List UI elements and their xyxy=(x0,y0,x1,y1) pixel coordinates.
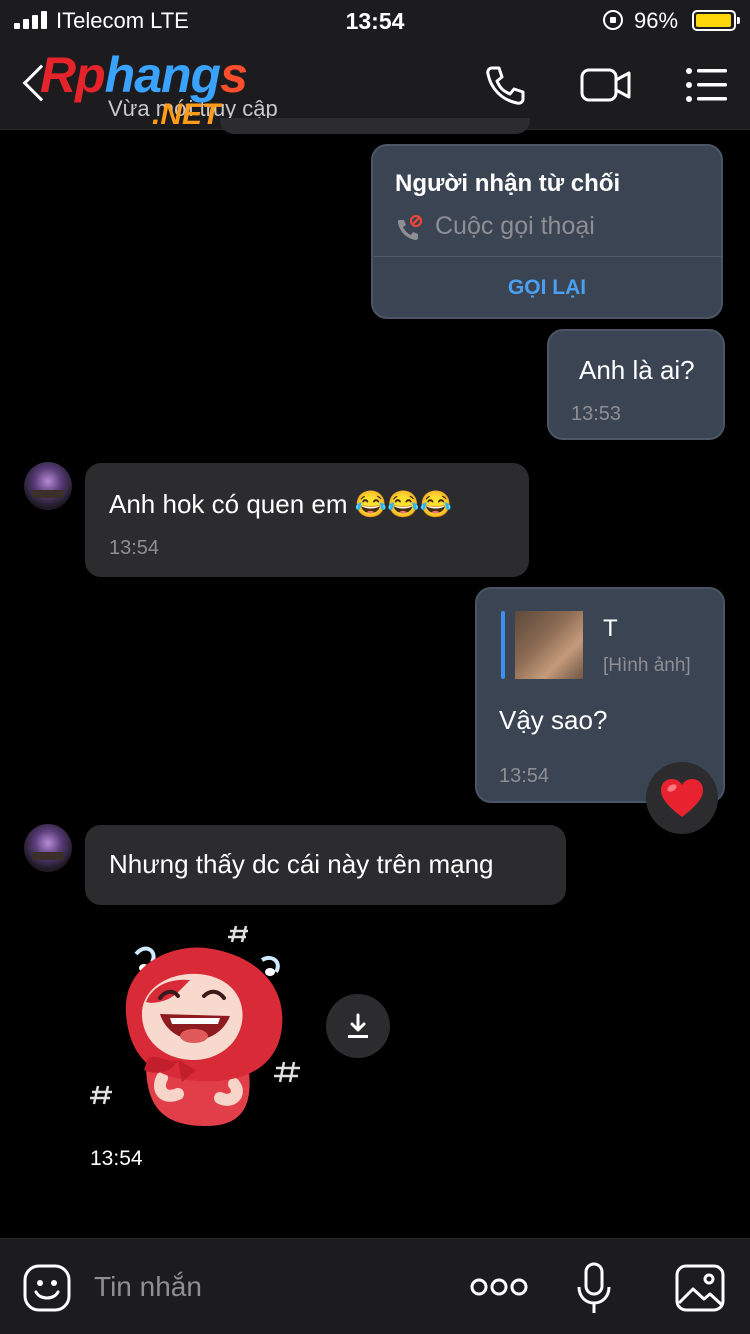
reply-content-type: [Hình ảnh] xyxy=(603,655,691,676)
incoming-message[interactable]: Anh hok có quen em 😂😂😂 13:54 xyxy=(85,463,529,577)
reply-sender-name: T xyxy=(603,615,618,642)
rejected-call-card: Người nhận từ chối Cuộc gọi thoại GỌI LẠ… xyxy=(371,144,723,319)
message-time: 13:53 xyxy=(571,403,622,425)
list-menu-icon xyxy=(686,68,727,102)
video-camera-icon xyxy=(580,68,631,102)
call-back-button[interactable]: GỌI LẠI xyxy=(373,276,721,300)
chat-header: Vừa mới truy cập Rphangs .NET xyxy=(0,40,750,131)
message-text: Anh là ai? xyxy=(579,355,695,385)
gallery-button[interactable] xyxy=(674,1263,726,1313)
message-composer xyxy=(0,1238,750,1334)
reply-image-thumbnail[interactable] xyxy=(515,611,583,679)
reply-quote-bar xyxy=(501,611,505,679)
heart-icon xyxy=(661,779,703,817)
call-type-label: Cuộc gọi thoại xyxy=(435,212,595,240)
video-call-button[interactable] xyxy=(580,62,632,108)
status-bar: ITelecom LTE 13:54 96% xyxy=(0,0,750,40)
message-text: Nhưng thấy dc cái này trên mạng xyxy=(109,849,494,879)
more-dots-icon xyxy=(470,1278,528,1296)
phone-icon xyxy=(486,66,525,105)
contact-avatar[interactable] xyxy=(24,462,72,510)
heart-reaction-button[interactable] xyxy=(646,762,718,834)
missed-call-icon xyxy=(398,215,422,240)
sticker-button[interactable] xyxy=(22,1263,72,1313)
download-button[interactable] xyxy=(326,994,390,1058)
divider xyxy=(373,256,721,257)
message-time: 13:54 xyxy=(84,1145,149,1173)
phone-call-button[interactable] xyxy=(482,62,528,108)
image-icon xyxy=(675,1264,725,1312)
message-text: Anh hok có quen em 😂😂😂 xyxy=(109,489,452,519)
message-text: Vậy sao? xyxy=(499,705,608,735)
message-time: 13:54 xyxy=(499,765,550,787)
chat-menu-button[interactable] xyxy=(684,62,730,108)
voice-record-button[interactable] xyxy=(574,1261,614,1317)
outgoing-message[interactable]: Anh là ai? 13:53 xyxy=(547,329,725,440)
emoji-icon xyxy=(23,1264,71,1312)
watermark-logo-net: .NET xyxy=(152,98,221,131)
battery-percentage: 96% xyxy=(634,8,679,33)
watermark-logo: Rphangs xyxy=(40,47,248,103)
previous-message-edge xyxy=(220,118,530,134)
message-input[interactable] xyxy=(94,1267,424,1307)
rotation-lock-icon xyxy=(603,10,623,30)
battery-icon xyxy=(692,10,740,31)
laughing-girl-sticker[interactable] xyxy=(86,914,316,1144)
incoming-message[interactable]: Nhưng thấy dc cái này trên mạng xyxy=(85,825,566,905)
message-time: 13:54 xyxy=(109,537,160,559)
call-status-title: Người nhận từ chối xyxy=(395,170,621,197)
contact-avatar[interactable] xyxy=(24,824,72,872)
microphone-icon xyxy=(577,1262,611,1313)
more-options-button[interactable] xyxy=(470,1273,528,1301)
download-icon xyxy=(348,1013,368,1038)
